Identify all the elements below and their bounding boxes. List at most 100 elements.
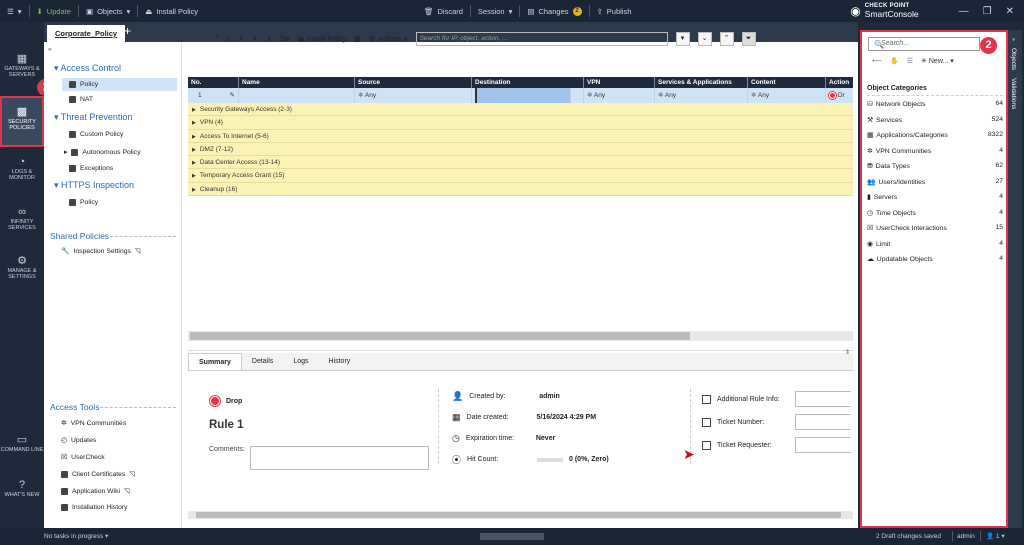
tool-vpn-communities[interactable]: ✲ VPN Communities: [61, 419, 126, 428]
objects-search-input[interactable]: Search...: [868, 37, 980, 51]
ticket-number-field[interactable]: [795, 414, 851, 430]
tree-threat-prevention[interactable]: ▾ Threat Prevention: [54, 112, 132, 123]
column-name[interactable]: Name: [239, 77, 355, 88]
rule-action-cell[interactable]: Dr: [826, 88, 853, 103]
add-tab-icon[interactable]: +: [124, 24, 131, 38]
section-below-icon[interactable]: ⇟: [266, 35, 272, 43]
tool-client-certificates[interactable]: Client Certificates ◹: [61, 470, 135, 478]
restore-icon[interactable]: ❐: [983, 6, 992, 17]
add-rule-below-icon[interactable]: ⤓: [227, 35, 230, 43]
install-targets-icon[interactable]: ▦: [354, 35, 361, 43]
nav-gateways-servers[interactable]: ▦ GATEWAYS & SERVERS: [0, 54, 44, 79]
category-updatable-objects[interactable]: ☁ Updatable Objects 4: [867, 255, 1003, 263]
category-limit[interactable]: ◉ Limit 4: [867, 240, 1003, 248]
additional-info-field[interactable]: [795, 391, 851, 407]
nav-whats-new[interactable]: ? WHAT'S NEW: [0, 480, 44, 498]
list-view-icon[interactable]: ☰: [907, 57, 913, 65]
rulebase-search-input[interactable]: Search for IP, object, action, ...: [415, 32, 668, 46]
column-content[interactable]: Content: [748, 77, 826, 88]
tab-summary[interactable]: Summary: [188, 353, 242, 370]
tab-corporate-policy[interactable]: Corporate_Policy: [47, 25, 126, 42]
scrollbar-thumb[interactable]: [196, 512, 841, 518]
section-row[interactable]: ▶ Cleanup (16): [188, 182, 853, 197]
column-destination[interactable]: Destination: [472, 77, 584, 88]
category-usercheck-interactions[interactable]: ☒ UserCheck Interactions 15: [867, 224, 1003, 232]
tree-item-exceptions[interactable]: Exceptions: [69, 165, 113, 172]
session-menu[interactable]: Session ▾: [471, 0, 519, 22]
search-dropdown-icon[interactable]: ▾: [675, 32, 690, 46]
tool-usercheck[interactable]: ☒ UserCheck: [61, 453, 105, 462]
horizontal-scrollbar[interactable]: [188, 331, 853, 341]
close-icon[interactable]: ✕: [1006, 6, 1014, 17]
tree-item-custom-policy[interactable]: Custom Policy: [69, 131, 123, 138]
tasks-status[interactable]: No tasks in progress ▾: [44, 528, 108, 545]
column-source[interactable]: Source: [355, 77, 472, 88]
nav-logs-monitor[interactable]: ◔ LOGS & MONITOR: [0, 157, 44, 182]
tree-https-inspection[interactable]: ▾ HTTPS Inspection: [54, 180, 134, 191]
changes-button[interactable]: ▤ Changes 2: [520, 0, 588, 22]
new-object-button[interactable]: ✳ New... ▾: [921, 57, 954, 65]
destination-edit-box[interactable]: [475, 88, 571, 103]
filter-icon[interactable]: ⏷: [741, 32, 756, 46]
tab-details[interactable]: Details: [242, 353, 283, 370]
menu-button[interactable]: ☰ ▾: [0, 0, 29, 22]
collapse-panel-icon[interactable]: »: [1010, 38, 1016, 41]
sessions-button[interactable]: 👤 1 ▾: [986, 528, 1005, 545]
rule-name-cell[interactable]: [239, 88, 355, 103]
toolbar-install-policy-button[interactable]: ⏏ Install Policy: [298, 35, 347, 44]
tree-item-autonomous-policy[interactable]: ▸ Autonomous Policy: [64, 148, 141, 156]
column-action[interactable]: Action: [826, 77, 853, 88]
section-row[interactable]: ▶ Access To Internet (5-6): [188, 129, 853, 143]
tool-updates[interactable]: ◴ Updates: [61, 436, 96, 445]
search-next-icon[interactable]: ⌄: [697, 32, 712, 46]
tree-item-policy[interactable]: Policy: [62, 78, 177, 91]
tree-item-inspection-settings[interactable]: 🔧 Inspection Settings ◹: [61, 247, 140, 256]
toolbar-actions-menu[interactable]: ⚙ Actions ▾: [369, 35, 408, 44]
hand-icon[interactable]: ✋: [890, 57, 899, 65]
discard-button[interactable]: 🗑 Discard: [417, 0, 470, 22]
search-prev-icon[interactable]: ⌃: [719, 32, 734, 46]
tree-item-https-policy[interactable]: Policy: [69, 199, 98, 206]
section-row[interactable]: ▶ Security Gateways Access (2-3): [188, 103, 853, 117]
tool-application-wiki[interactable]: Application Wiki ◹: [61, 487, 129, 495]
section-row[interactable]: ▶ Data Center Access (13-14): [188, 156, 853, 170]
section-row[interactable]: ▶ VPN (4): [188, 116, 853, 130]
category-vpn-communities[interactable]: ✲ VPN Communities 4: [867, 147, 1003, 155]
rule-source-cell[interactable]: ✱ Any: [355, 88, 472, 103]
tree-access-control[interactable]: ▾ Access Control: [54, 63, 121, 74]
rule-services-cell[interactable]: ✱ Any: [655, 88, 748, 103]
nav-security-policies[interactable]: ▩ SECURITY POLICIES: [0, 96, 44, 147]
section-above-icon[interactable]: ⇞: [252, 35, 258, 43]
publish-button[interactable]: ⇪ Publish: [590, 0, 639, 22]
tab-validations[interactable]: Validations: [1010, 78, 1017, 109]
update-button[interactable]: ⬇ Update: [30, 0, 78, 22]
column-services[interactable]: Services & Applications: [655, 77, 748, 88]
back-arrow-icon[interactable]: ⟵: [872, 57, 882, 65]
section-row[interactable]: ▶ DMZ (7-12): [188, 142, 853, 157]
add-rule-above-icon[interactable]: ⤒: [216, 35, 219, 43]
ticket-requester-field[interactable]: [795, 437, 851, 453]
tab-objects[interactable]: Objects: [1010, 48, 1017, 70]
category-applications[interactable]: ▦ Applications/Categories 8322: [867, 131, 1003, 139]
table-row[interactable]: 1 ✎ ✱ Any ✱ Any ✱ Any ✱ Any Dr: [188, 88, 853, 103]
nav-manage-settings[interactable]: ⚙ MANAGE & SETTINGS: [0, 256, 44, 281]
column-vpn[interactable]: VPN: [584, 77, 655, 88]
scrollbar-thumb[interactable]: [190, 332, 690, 340]
category-data-types[interactable]: ⛃ Data Types 62: [867, 162, 1003, 170]
details-scrollbar[interactable]: [188, 511, 853, 519]
nav-infinity-services[interactable]: ∞ INFINITY SERVICES: [0, 207, 44, 232]
category-servers[interactable]: ▮ Servers 4: [867, 193, 1003, 201]
minimize-icon[interactable]: —: [959, 6, 969, 17]
section-row[interactable]: ▶ Temporary Access Grant (15): [188, 169, 853, 183]
category-users-identities[interactable]: 👥 Users/Identities 27: [867, 178, 1003, 186]
rule-destination-cell[interactable]: [472, 88, 584, 103]
delete-icon[interactable]: ✕: [238, 35, 244, 43]
tab-history[interactable]: History: [319, 353, 361, 370]
pane-toggle-icon[interactable]: ⇕: [845, 349, 850, 356]
category-time-objects[interactable]: ◷ Time Objects 4: [867, 209, 1003, 217]
column-no[interactable]: No.: [188, 77, 239, 88]
category-services[interactable]: ⚒ Services 524: [867, 116, 1003, 124]
category-network-objects[interactable]: ⛁ Network Objects 64: [867, 100, 1003, 108]
nav-command-line[interactable]: ▭ COMMAND LINE: [0, 435, 44, 453]
tree-item-nat[interactable]: NAT: [69, 96, 93, 103]
